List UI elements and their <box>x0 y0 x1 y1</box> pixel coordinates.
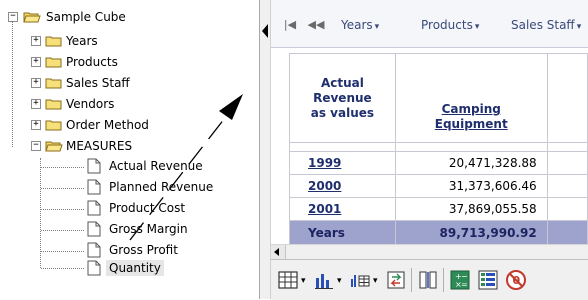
sales-staff-expand-toggle[interactable]: + <box>31 78 41 88</box>
chevron-down-icon[interactable]: ▾ <box>337 276 342 286</box>
corner-header-line: as values <box>310 105 375 120</box>
table-row: 2000 31,373,606.46 <box>289 174 588 198</box>
corner-header-line: Revenue <box>313 90 372 105</box>
columns-icon[interactable] <box>417 269 439 291</box>
tree-root-label[interactable]: Sample Cube <box>46 9 126 25</box>
measure-gross-profit[interactable]: Gross Profit <box>109 242 178 258</box>
scroll-left-button[interactable] <box>271 245 286 259</box>
toolbar-separator <box>443 268 444 292</box>
chevron-down-icon: ▾ <box>576 22 582 32</box>
bar-chart-icon[interactable] <box>313 269 335 291</box>
tree-item-sales-staff[interactable]: Sales Staff <box>66 75 130 91</box>
display-toolbar: ▾ ▾ ▾ + − × = 0 <box>271 259 588 300</box>
column-header-camping-equipment[interactable]: Camping Equipment <box>394 53 548 143</box>
cell-value: 31,373,606.46 <box>394 174 548 198</box>
cell-value <box>546 174 588 198</box>
first-page-button[interactable]: |◀ <box>281 16 299 34</box>
root-collapse-toggle[interactable]: − <box>8 12 18 22</box>
folder-icon <box>45 57 62 68</box>
cell-value: 37,869,055.58 <box>394 197 548 221</box>
corner-header-line: Actual <box>320 75 364 90</box>
tree-item-measures[interactable]: MEASURES <box>66 138 132 154</box>
measure-product-cost[interactable]: Product Cost <box>109 200 185 216</box>
order-method-expand-toggle[interactable]: + <box>31 120 41 130</box>
previous-page-button[interactable]: ◀◀ <box>307 16 325 34</box>
toolbar-separator <box>411 268 412 292</box>
row-header-1999[interactable]: 1999 <box>289 151 396 175</box>
folder-icon <box>45 120 62 131</box>
measure-doc-icon <box>87 179 101 195</box>
folder-icon <box>45 36 62 47</box>
total-row-label: Years <box>289 220 396 244</box>
crosstab-table: Actual Revenue as values Camping Equipme… <box>289 53 588 244</box>
tree-item-products[interactable]: Products <box>66 54 118 70</box>
measure-quantity[interactable]: Quantity <box>106 260 164 276</box>
years-expand-toggle[interactable]: + <box>31 36 41 46</box>
measure-doc-icon <box>87 158 101 174</box>
tree-item-vendors[interactable]: Vendors <box>66 96 114 112</box>
measure-gross-margin[interactable]: Gross Margin <box>109 221 188 237</box>
dimension-toolbar: |◀ ◀◀ Years ▾ Products ▾ Sales Staff ▾ <box>271 0 588 48</box>
table-row: 2001 37,869,055.58 <box>289 197 588 221</box>
tree-item-years[interactable]: Years <box>66 33 98 49</box>
chevron-down-icon[interactable]: ▾ <box>373 276 378 286</box>
chevron-down-icon: ▾ <box>374 22 380 32</box>
column-header-line: Camping <box>441 102 501 116</box>
total-value: 89,713,990.92 <box>394 220 548 244</box>
measure-doc-icon <box>87 221 101 237</box>
sales-staff-dimension-dropdown[interactable]: Sales Staff ▾ <box>511 18 581 32</box>
products-dimension-label: Products <box>421 18 473 32</box>
cell-value <box>546 151 588 175</box>
products-expand-toggle[interactable]: + <box>31 57 41 67</box>
cell-value <box>546 197 588 221</box>
rank-list-icon[interactable] <box>477 269 499 291</box>
measure-doc-icon <box>87 260 101 276</box>
panel-splitter[interactable] <box>260 0 271 299</box>
years-dimension-label: Years <box>341 18 373 32</box>
folder-icon <box>45 78 62 89</box>
years-dimension-dropdown[interactable]: Years ▾ <box>341 18 379 32</box>
tree-item-order-method[interactable]: Order Method <box>66 117 149 133</box>
svg-text:=: = <box>461 280 468 289</box>
measure-actual-revenue[interactable]: Actual Revenue <box>109 158 203 174</box>
vendors-expand-toggle[interactable]: + <box>31 99 41 109</box>
total-row: Years 89,713,990.92 <box>289 220 588 244</box>
row-header-2001[interactable]: 2001 <box>289 197 396 221</box>
swap-rows-columns-icon[interactable] <box>385 269 407 291</box>
crosstab-view-icon[interactable] <box>277 269 299 291</box>
row-header-2000[interactable]: 2000 <box>289 174 396 198</box>
chart-table-icon[interactable] <box>349 269 371 291</box>
calculate-icon[interactable]: + − × = <box>449 269 471 291</box>
chevron-down-icon[interactable]: ▾ <box>301 276 306 286</box>
suppress-zeros-icon[interactable]: 0 <box>505 269 527 291</box>
cell-value: 20,471,328.88 <box>394 151 548 175</box>
collapse-left-arrow-icon[interactable] <box>262 24 268 38</box>
corner-header: Actual Revenue as values <box>289 53 396 143</box>
dimension-tree: − Sample Cube + Years + Products + Sales… <box>0 0 260 299</box>
open-folder-icon <box>23 12 41 23</box>
horizontal-scrollbar[interactable] <box>271 244 588 260</box>
crosstab-grid: Actual Revenue as values Camping Equipme… <box>271 48 588 244</box>
products-dimension-dropdown[interactable]: Products ▾ <box>421 18 479 32</box>
open-folder-icon <box>45 141 63 152</box>
measures-collapse-toggle[interactable]: − <box>31 141 41 151</box>
measure-doc-icon <box>87 242 101 258</box>
folder-icon <box>45 99 62 110</box>
chevron-down-icon: ▾ <box>474 22 480 32</box>
table-row: 1999 20,471,328.88 <box>289 151 588 175</box>
scroll-left-arrow-icon <box>274 248 279 256</box>
column-header-line: Equipment <box>434 117 508 131</box>
cell-value <box>546 220 588 244</box>
measure-doc-icon <box>87 200 101 216</box>
sales-staff-dimension-label: Sales Staff <box>511 18 575 32</box>
measure-planned-revenue[interactable]: Planned Revenue <box>109 179 213 195</box>
column-header-next <box>546 53 588 143</box>
